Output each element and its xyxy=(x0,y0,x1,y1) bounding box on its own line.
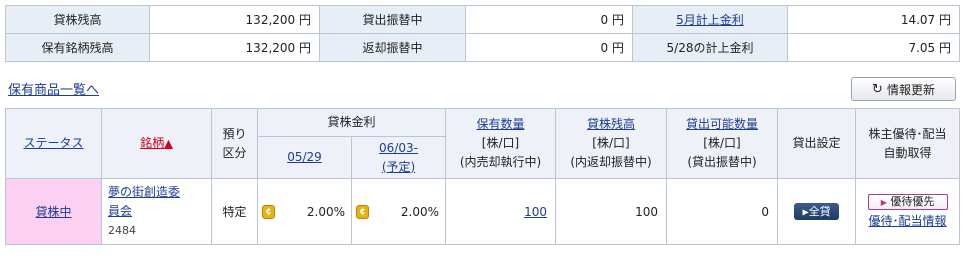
summary-value-daily-interest: 7.05 円 xyxy=(787,33,960,62)
benefit-priority-label: 優待優先 xyxy=(890,195,935,208)
rate2-value: 2.00% xyxy=(400,204,440,219)
status-cell[interactable]: 貸株中 xyxy=(5,178,102,245)
header-benefit: 株主優待･配当 自動取得 xyxy=(855,108,961,179)
summary-value-return-transfer: 0 円 xyxy=(465,33,633,62)
refresh-button-label: 情報更新 xyxy=(886,82,935,97)
summary-table: 貸株残高 132,200 円 貸出振替中 0 円 5月計上金利 14.07 円 … xyxy=(5,5,960,62)
summary-value-lending-transfer: 0 円 xyxy=(465,5,633,34)
deposit-type-cell: 特定 xyxy=(211,178,258,245)
header-rate-group: 貸株金利 xyxy=(256,108,447,137)
table-row: 貸株中 夢の街創造委 員会 2484 特定 ¢ 2.00% ¢ 2.00% 10… xyxy=(5,178,961,245)
holding-note: (内売却執行中) xyxy=(459,155,542,169)
name-cell[interactable]: 夢の街創造委 員会 2484 xyxy=(101,178,212,245)
header-name[interactable]: 銘柄▲ xyxy=(101,108,212,179)
summary-label-lending-balance: 貸株残高 xyxy=(5,5,150,34)
name-sort-label: 銘柄 xyxy=(140,136,165,150)
benefit-priority-button[interactable]: ▶ 優待優先 xyxy=(867,194,948,210)
benefit-cell: ▶ 優待優先 優待･配当情報 xyxy=(855,178,961,245)
lending-balance-cell: 100 xyxy=(555,178,668,245)
holding-qty-link[interactable]: 100 xyxy=(524,205,547,219)
lending-balance-sort-link[interactable]: 貸株残高 xyxy=(587,117,635,131)
stock-name-line1: 夢の街創造委 xyxy=(108,185,181,199)
deposit-header-line1: 預り xyxy=(222,126,247,141)
header-rate-date2[interactable]: 06/03- (予定) xyxy=(350,136,447,179)
header-holding-qty[interactable]: 保有数量 [株/口] (内売却執行中) xyxy=(445,108,557,179)
summary-value-monthly-interest: 14.07 円 xyxy=(787,5,960,34)
summary-label-return-transfer: 返却振替中 xyxy=(319,33,466,62)
holding-qty-cell[interactable]: 100 xyxy=(445,178,557,245)
status-link[interactable]: 貸株中 xyxy=(35,205,71,219)
benefit-header-line1: 株主優待･配当 xyxy=(868,126,947,141)
rate-date2-note[interactable]: (予定) xyxy=(382,160,415,174)
rate2-cell: ¢ 2.00% xyxy=(350,178,447,245)
summary-label-monthly-interest[interactable]: 5月計上金利 xyxy=(632,5,788,34)
refresh-icon: ↻ xyxy=(872,81,883,97)
rate1-cell: ¢ 2.00% xyxy=(257,178,352,245)
available-note: (貸出振替中) xyxy=(687,155,757,169)
refresh-button[interactable]: ↻ 情報更新 xyxy=(851,77,956,101)
coin-icon: ¢ xyxy=(356,204,369,219)
header-deposit-type: 預り 区分 xyxy=(211,108,258,179)
sort-up-icon: ▲ xyxy=(164,137,173,150)
play-icon: ▶ xyxy=(880,198,887,207)
summary-label-daily-interest: 5/28の計上金利 xyxy=(632,33,788,62)
lending-setting-cell: ▶全貸 xyxy=(777,178,857,245)
stock-name-line2: 員会 xyxy=(108,204,133,218)
header-row: ステータス 銘柄▲ 預り 区分 貸株金利 保有数量 [株/口] (内売却執行中)… xyxy=(5,108,961,179)
lending-note: (内返却振替中) xyxy=(570,155,652,169)
status-sort-link[interactable]: ステータス xyxy=(23,136,83,150)
monthly-interest-link[interactable]: 5月計上金利 xyxy=(676,13,744,27)
deposit-header-line2: 区分 xyxy=(222,145,247,160)
lending-unit: [株/口] xyxy=(592,136,630,150)
header-lending-setting: 貸出設定 xyxy=(777,108,857,179)
lending-table: ステータス 銘柄▲ 預り 区分 貸株金利 保有数量 [株/口] (内売却執行中)… xyxy=(5,108,961,245)
benefit-info-link[interactable]: 優待･配当情報 xyxy=(869,214,947,228)
header-rate-date1[interactable]: 05/29 xyxy=(257,136,352,179)
header-status[interactable]: ステータス xyxy=(5,108,102,179)
summary-value-holding-balance: 132,200 円 xyxy=(149,33,320,62)
summary-row: 貸株残高 132,200 円 貸出振替中 0 円 5月計上金利 14.07 円 xyxy=(5,5,960,34)
header-lending-balance[interactable]: 貸株残高 [株/口] (内返却振替中) xyxy=(555,108,668,179)
name-sort-link[interactable]: 銘柄▲ xyxy=(140,136,172,150)
rate1-value: 2.00% xyxy=(306,204,345,219)
lend-all-label: 全貸 xyxy=(808,205,831,218)
holding-unit: [株/口] xyxy=(481,136,520,150)
summary-value-lending-balance: 132,200 円 xyxy=(149,5,320,34)
lend-all-button[interactable]: ▶全貸 xyxy=(794,203,840,220)
summary-row: 保有銘柄残高 132,200 円 返却振替中 0 円 5/28の計上金利 7.0… xyxy=(5,33,960,62)
header-available-qty[interactable]: 貸出可能数量 [株/口] (貸出振替中) xyxy=(666,108,779,179)
holdings-list-link[interactable]: 保有商品一覧へ xyxy=(8,79,99,98)
benefit-header-line2: 自動取得 xyxy=(883,145,932,160)
stock-name-link[interactable]: 夢の街創造委 員会 xyxy=(108,185,180,218)
available-unit: [株/口] xyxy=(703,136,741,150)
available-qty-cell: 0 xyxy=(666,178,779,245)
rate-date1-sort-link[interactable]: 05/29 xyxy=(287,150,322,164)
summary-label-lending-transfer: 貸出振替中 xyxy=(319,5,466,34)
stock-code: 2484 xyxy=(108,224,136,237)
summary-label-holding-balance: 保有銘柄残高 xyxy=(5,33,150,62)
rate-date2-sort-link[interactable]: 06/03- xyxy=(379,141,418,155)
coin-icon: ¢ xyxy=(262,204,275,219)
available-sort-link[interactable]: 貸出可能数量 xyxy=(686,117,758,131)
holding-qty-sort-link[interactable]: 保有数量 xyxy=(477,117,525,131)
